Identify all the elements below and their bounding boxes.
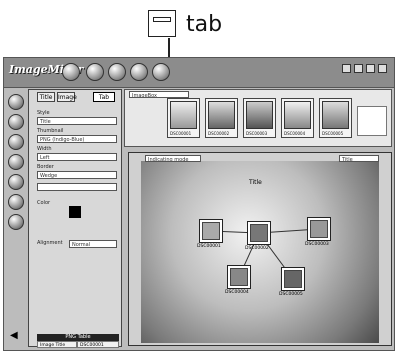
thumbnail-caption: DSC00001 — [170, 131, 192, 136]
thumbnail[interactable]: DSC00004 — [281, 98, 314, 138]
tab-icon — [148, 10, 176, 37]
thumbnail-caption: DSC00005 — [322, 131, 344, 136]
alignment-select[interactable]: Normal — [69, 240, 117, 248]
thumbnail[interactable]: DSC00001 — [167, 98, 200, 138]
thumbnail[interactable]: DSC00002 — [205, 98, 238, 138]
photo-node-label: DSC00005 — [279, 292, 303, 297]
toolbar-icon-1[interactable] — [62, 63, 80, 81]
photo-node[interactable] — [281, 267, 305, 291]
settings-icon[interactable] — [366, 64, 375, 73]
option-select[interactable] — [37, 183, 117, 191]
side-icon-3[interactable] — [8, 134, 24, 150]
thumbnail[interactable]: DSC00005 — [319, 98, 352, 138]
side-icon-1[interactable] — [8, 94, 24, 110]
empty-slot[interactable] — [357, 106, 387, 136]
side-icon-7[interactable] — [8, 214, 24, 230]
field-label-thumbnail: Thumbnail — [37, 128, 64, 134]
tab-active[interactable]: Tab — [93, 92, 115, 102]
width-select[interactable]: Left — [37, 153, 117, 161]
info-key: Image Title — [37, 341, 77, 348]
toolbar-icon-4[interactable] — [130, 63, 148, 81]
thumbnail-caption: DSC00003 — [246, 131, 268, 136]
tab-title[interactable]: Title — [37, 92, 55, 102]
thumbnail-caption: DSC00002 — [208, 131, 230, 136]
photo-node[interactable] — [227, 265, 251, 289]
field-label-border: Border — [37, 164, 54, 170]
toolbar-icon-5[interactable] — [152, 63, 170, 81]
title-bar: ImageMixer — [4, 58, 394, 88]
thumbnail-select[interactable]: PNG (Indigo-Blue) — [37, 135, 117, 143]
back-arrow-icon[interactable]: ◀ — [10, 330, 18, 341]
help-icon[interactable] — [342, 64, 351, 73]
album-dropdown[interactable]: ImageBox — [129, 91, 189, 98]
field-label-width: Width — [37, 146, 52, 152]
thumbnail-strip: ImageBox DSC00001 DSC00002 DSC00003 DSC0… — [124, 89, 392, 147]
photo-node[interactable] — [307, 217, 331, 241]
field-label-color: Color — [37, 200, 51, 206]
toolbar-icon-2[interactable] — [86, 63, 104, 81]
photo-node-label: DSC00004 — [225, 290, 249, 295]
app-window: ImageMixer ◀ Title Image Tab Style Title… — [3, 57, 395, 351]
photo-node-label: DSC00003 — [305, 242, 329, 247]
callout-label: tab — [186, 12, 223, 37]
field-label-style: Style — [37, 110, 50, 116]
photo-node[interactable] — [199, 219, 223, 243]
side-icon-5[interactable] — [8, 174, 24, 190]
close-icon[interactable] — [378, 64, 387, 73]
thumbnail[interactable]: DSC00003 — [243, 98, 276, 138]
color-swatch[interactable] — [69, 206, 81, 218]
properties-panel: Title Image Tab Style Title Thumbnail PN… — [28, 89, 122, 348]
photo-node-label: DSC00002 — [245, 246, 269, 251]
minimize-icon[interactable] — [354, 64, 363, 73]
photo-node[interactable] — [247, 221, 271, 245]
side-icon-6[interactable] — [8, 194, 24, 210]
info-value: DSC00001 — [77, 341, 119, 348]
tab-image[interactable]: Image — [57, 92, 77, 102]
photo-node-label: DSC00001 — [197, 244, 221, 249]
side-icon-2[interactable] — [8, 114, 24, 130]
field-label-alignment: Alignment — [37, 240, 63, 246]
style-field[interactable]: Title — [37, 117, 117, 125]
info-header: PNG Table — [37, 334, 119, 341]
border-select[interactable]: Wedge — [37, 171, 117, 179]
toolbar-icon-3[interactable] — [108, 63, 126, 81]
thumbnail-caption: DSC00004 — [284, 131, 306, 136]
map-view: Indicating mode Title Title DSC00001 DSC… — [128, 152, 392, 346]
side-icon-4[interactable] — [8, 154, 24, 170]
